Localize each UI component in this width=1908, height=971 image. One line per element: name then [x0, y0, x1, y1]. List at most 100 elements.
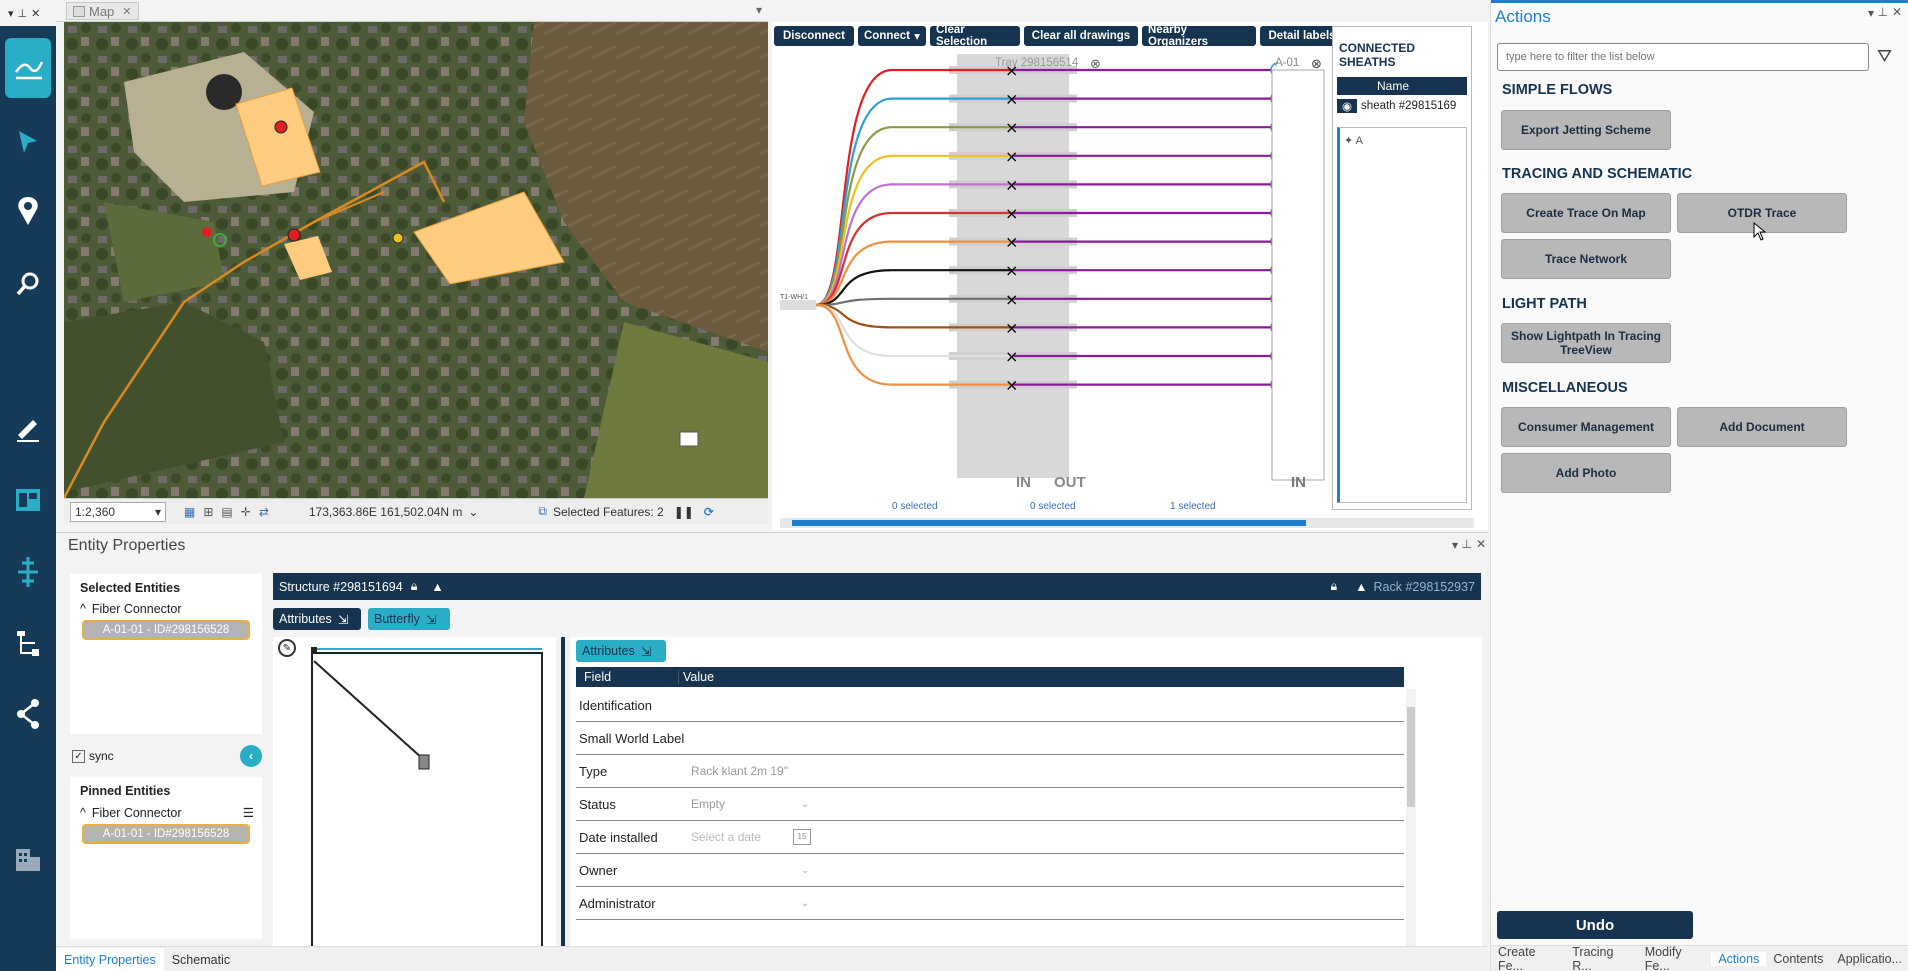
- tab-application[interactable]: Applicatio...: [1830, 952, 1908, 966]
- butterfly-diagram[interactable]: ✎: [273, 637, 556, 961]
- add-photo-button[interactable]: Add Photo: [1501, 453, 1671, 493]
- nearby-organizers-button[interactable]: Nearby Organizers: [1142, 24, 1256, 48]
- tab-tracing-results[interactable]: Tracing R...: [1565, 945, 1638, 971]
- rack-label[interactable]: Rack #298152937: [1374, 580, 1475, 594]
- layers-tool-button[interactable]: [5, 38, 51, 98]
- chevron-down-icon[interactable]: ⌄: [468, 505, 478, 519]
- hierarchy-tool-button[interactable]: [5, 614, 51, 674]
- horizontal-scrollbar[interactable]: [780, 518, 1474, 528]
- row-type[interactable]: Type Rack klant 2m 19": [576, 755, 1404, 788]
- splice-marker[interactable]: ×: [1005, 261, 1018, 280]
- refresh-icon[interactable]: ⟳: [704, 505, 714, 519]
- connect-button[interactable]: Connect ▾: [858, 26, 926, 46]
- scale-select[interactable]: 1:2,360 ▾: [70, 501, 166, 522]
- sheath-row[interactable]: ◉ sheath #29815169: [1337, 97, 1467, 115]
- splice-marker[interactable]: ×: [1005, 204, 1018, 223]
- dropdown-icon[interactable]: ▾: [756, 3, 762, 17]
- tab-contents[interactable]: Contents: [1766, 952, 1830, 966]
- eye-icon[interactable]: ◉: [1337, 99, 1358, 113]
- tree-item-a[interactable]: A: [1356, 135, 1363, 147]
- tab-entity-properties[interactable]: Entity Properties: [56, 947, 164, 971]
- layout-tool-button[interactable]: [5, 470, 51, 530]
- row-date-installed[interactable]: Date installed Select a date 15: [576, 821, 1404, 854]
- chevron-down-icon[interactable]: ⌄: [801, 799, 809, 810]
- date-picker-input[interactable]: Select a date: [691, 830, 793, 844]
- attributes-tab[interactable]: Attributes ⇲: [273, 608, 361, 630]
- undo-button[interactable]: Undo: [1497, 911, 1693, 939]
- trace-network-button[interactable]: Trace Network: [1501, 239, 1671, 279]
- tab-create-features[interactable]: Create Fe...: [1491, 945, 1565, 971]
- close-icon[interactable]: ✕: [122, 5, 131, 18]
- tab-schematic[interactable]: Schematic: [164, 953, 238, 967]
- consumer-management-button[interactable]: Consumer Management: [1501, 407, 1671, 447]
- vertical-scrollbar[interactable]: [1406, 689, 1416, 961]
- map-view[interactable]: [64, 22, 768, 498]
- pause-icon[interactable]: ❚❚: [674, 505, 694, 519]
- tab-actions[interactable]: Actions: [1711, 951, 1767, 966]
- table-icon[interactable]: ▤: [221, 505, 232, 519]
- dropdown-icon[interactable]: ▾: [1868, 6, 1874, 20]
- scrollbar-thumb[interactable]: [792, 520, 1306, 526]
- building-tool-button[interactable]: [5, 830, 51, 890]
- close-icon[interactable]: ✕: [1892, 5, 1902, 19]
- sheath-tree[interactable]: ✦ A: [1337, 127, 1467, 503]
- splice-diagram[interactable]: ××××××××××××: [772, 50, 1332, 498]
- dropdown-icon[interactable]: ▾: [1452, 538, 1458, 552]
- select-tool-button[interactable]: [5, 112, 51, 172]
- splice-marker[interactable]: ×: [1005, 233, 1018, 252]
- disconnect-button[interactable]: Disconnect: [774, 26, 854, 46]
- row-administrator[interactable]: Administrator ⌄: [576, 887, 1404, 920]
- splice-marker[interactable]: ×: [1005, 147, 1018, 166]
- close-icon[interactable]: ✕: [1476, 537, 1486, 551]
- close-tray-icon[interactable]: ⊗: [1090, 56, 1101, 72]
- chevron-down-icon[interactable]: ⌄: [801, 865, 809, 876]
- row-small-world-label[interactable]: Small World Label: [576, 722, 1404, 755]
- field-value[interactable]: Rack klant 2m 19": [691, 764, 788, 778]
- column-field[interactable]: Field: [576, 670, 678, 684]
- scrollbar-thumb[interactable]: [1407, 707, 1415, 807]
- lock-icon[interactable]: 🔒︎: [1330, 579, 1337, 594]
- aerial-imagery[interactable]: [64, 22, 768, 498]
- pin-icon[interactable]: ⊥: [1878, 5, 1888, 19]
- pinned-entity-item[interactable]: A-01-01 - ID#298156528: [82, 824, 250, 844]
- filter-icon[interactable]: ⛛: [1877, 46, 1892, 67]
- tab-modify-features[interactable]: Modify Fe...: [1638, 945, 1712, 971]
- grid-snap-icon[interactable]: ▦: [184, 505, 195, 519]
- dropdown-icon[interactable]: ▾: [8, 7, 14, 20]
- collapse-left-icon[interactable]: ‹: [240, 745, 262, 767]
- actions-filter-input[interactable]: [1497, 43, 1869, 71]
- edit-tool-button[interactable]: [5, 398, 51, 458]
- show-lightpath-button[interactable]: Show Lightpath In Tracing TreeView: [1501, 323, 1671, 363]
- row-status[interactable]: Status Empty ⌄: [576, 788, 1404, 821]
- splice-marker[interactable]: ×: [1005, 318, 1018, 337]
- export-jetting-scheme-button[interactable]: Export Jetting Scheme: [1501, 110, 1671, 150]
- splice-marker[interactable]: ×: [1005, 175, 1018, 194]
- collapse-icon[interactable]: ^: [80, 806, 86, 820]
- chevron-down-icon[interactable]: ⌄: [801, 898, 809, 909]
- splice-tool-button[interactable]: [5, 542, 51, 602]
- attributes-button[interactable]: Attributes ⇲: [576, 640, 666, 662]
- status-select[interactable]: Empty: [691, 797, 801, 811]
- sync-map-icon[interactable]: ⇄: [259, 505, 269, 519]
- sync-checkbox[interactable]: ✓: [72, 749, 85, 763]
- splice-marker[interactable]: ×: [1005, 376, 1018, 395]
- selected-entity-item[interactable]: A-01-01 - ID#298156528: [82, 620, 250, 640]
- splice-marker[interactable]: ×: [1005, 90, 1018, 109]
- network-tool-button[interactable]: [5, 684, 51, 744]
- selected-group[interactable]: ^ Fiber Connector: [70, 602, 262, 616]
- splice-marker[interactable]: ×: [1005, 290, 1018, 309]
- expand-icon[interactable]: ✦: [1344, 135, 1353, 147]
- row-owner[interactable]: Owner ⌄: [576, 854, 1404, 887]
- add-document-button[interactable]: Add Document: [1677, 407, 1847, 447]
- pin-icon[interactable]: ⊥: [18, 7, 28, 20]
- splice-marker[interactable]: ×: [1005, 118, 1018, 137]
- panel-splitter[interactable]: [561, 637, 565, 961]
- column-value[interactable]: Value: [678, 670, 818, 684]
- lock-icon[interactable]: 🔒︎: [411, 579, 418, 594]
- selected-features-label[interactable]: Selected Features: 2: [553, 505, 664, 519]
- structure-label[interactable]: Structure #298151694: [279, 580, 403, 594]
- row-identification[interactable]: Identification: [576, 689, 1404, 722]
- list-icon[interactable]: ☰: [243, 805, 254, 820]
- crosshair-icon[interactable]: ✛: [241, 505, 251, 519]
- close-rack-icon[interactable]: ⊗: [1311, 56, 1322, 72]
